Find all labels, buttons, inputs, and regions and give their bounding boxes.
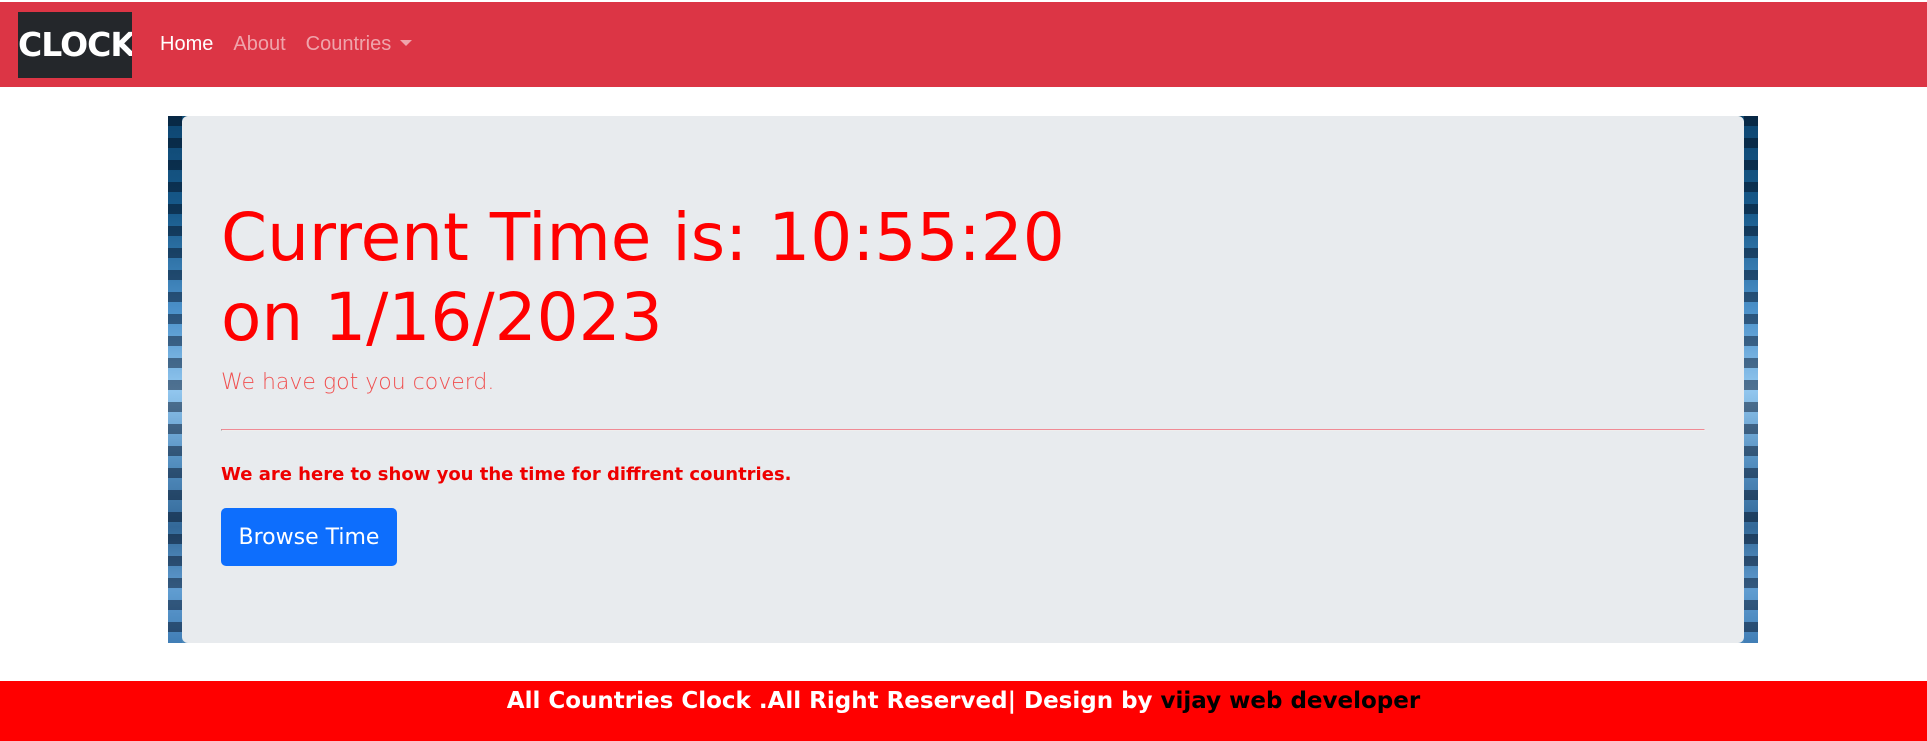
jumbotron: Current Time is: 10:55:20 on 1/16/2023 W… [182,116,1744,643]
footer: All Countries Clock .All Right Reserved|… [0,681,1927,741]
divider [221,429,1705,431]
intro-paragraph: We are here to show you the time for dif… [221,464,792,485]
current-date-line: on 1/16/2023 [221,279,663,356]
brand-logo[interactable]: CLOCK [18,12,132,78]
nav-links: Home About Countries [160,2,432,87]
nav-link-home[interactable]: Home [160,33,213,56]
footer-text: All Countries Clock .All Right Reserved|… [506,688,1161,714]
current-time-heading: Current Time is: 10:55:20 on 1/16/2023 [221,198,1121,358]
lead-text: We have got you coverd. [221,370,495,395]
current-time-line: Current Time is: 10:55:20 [221,199,1065,276]
nav-dropdown-countries-label: Countries [305,33,392,55]
nav-link-about[interactable]: About [233,33,285,56]
nav-dropdown-countries[interactable]: Countries [306,33,413,56]
caret-down-icon [400,40,413,46]
browse-time-button[interactable]: Browse Time [221,508,397,566]
footer-developer-link[interactable]: vijay web developer [1161,688,1421,714]
navbar: CLOCK Home About Countries [0,2,1927,87]
